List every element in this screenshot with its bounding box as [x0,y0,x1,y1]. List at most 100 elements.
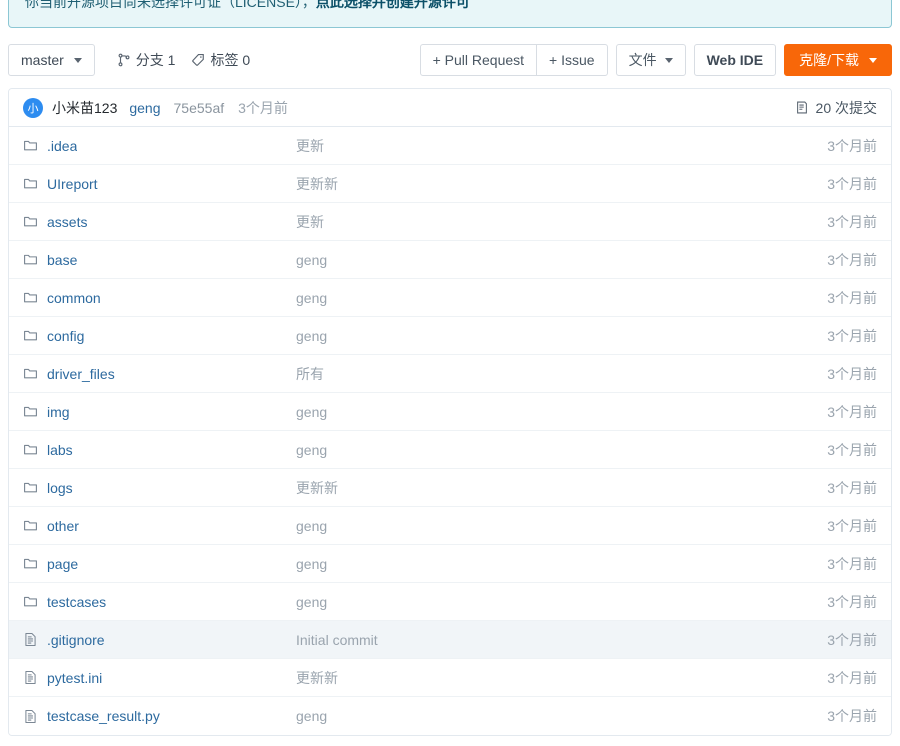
commit-count-link[interactable]: 20 次提交 [795,98,877,118]
file-commit-time: 3个月前 [827,327,877,344]
file-name-link[interactable]: .idea [47,138,77,154]
file-commit-message[interactable]: geng [296,708,827,724]
chevron-down-icon [869,57,877,63]
table-row[interactable]: labs geng 3个月前 [9,431,891,469]
branch-selector[interactable]: master [8,44,95,76]
file-name-link[interactable]: pytest.ini [47,670,102,686]
tags-link[interactable]: 标签 0 [191,50,250,70]
table-row[interactable]: testcases geng 3个月前 [9,583,891,621]
table-row[interactable]: assets 更新 3个月前 [9,203,891,241]
table-row[interactable]: base geng 3个月前 [9,241,891,279]
file-commit-message[interactable]: geng [296,518,827,534]
file-commit-message[interactable]: geng [296,556,827,572]
file-name-link[interactable]: other [47,518,79,534]
file-commit-message[interactable]: 更新新 [296,668,827,688]
tag-icon [191,53,205,67]
table-row[interactable]: other geng 3个月前 [9,507,891,545]
file-commit-time: 3个月前 [827,365,877,382]
file-list-table: 小 小米苗123 geng 75e55af 3个月前 20 次提交 .idea 更… [8,88,892,736]
file-commit-time: 3个月前 [827,175,877,192]
repo-meta-links: 分支 1 标签 0 [117,50,250,70]
file-icon [23,670,38,685]
table-row[interactable]: driver_files 所有 3个月前 [9,355,891,393]
file-commit-message[interactable]: geng [296,328,827,344]
folder-icon [23,518,38,533]
file-name-link[interactable]: logs [47,480,73,496]
file-commit-message[interactable]: 更新 [296,212,827,232]
folder-icon [23,214,38,229]
folder-icon [23,138,38,153]
file-commit-message[interactable]: geng [296,404,827,420]
table-row[interactable]: UIreport 更新新 3个月前 [9,165,891,203]
file-commit-time: 3个月前 [827,213,877,230]
file-name-link[interactable]: UIreport [47,176,98,192]
file-commit-message[interactable]: 更新新 [296,174,827,194]
file-commit-time: 3个月前 [827,593,877,610]
table-row[interactable]: .idea 更新 3个月前 [9,127,891,165]
file-name-link[interactable]: driver_files [47,366,115,382]
commit-author[interactable]: 小米苗123 [52,98,117,118]
table-row[interactable]: img geng 3个月前 [9,393,891,431]
file-commit-time: 3个月前 [827,631,877,648]
clone-download-button[interactable]: 克隆/下载 [784,44,892,76]
folder-icon [23,404,38,419]
folder-icon [23,556,38,571]
file-commit-time: 3个月前 [827,441,877,458]
file-name-link[interactable]: labs [47,442,73,458]
file-name-link[interactable]: assets [47,214,87,230]
file-commit-time: 3个月前 [827,555,877,572]
file-name-link[interactable]: config [47,328,84,344]
file-commit-time: 3个月前 [827,403,877,420]
file-menu-button[interactable]: 文件 [615,44,686,76]
file-commit-message[interactable]: Initial commit [296,632,827,648]
create-license-link[interactable]: 点此选择并创建开源许可 [316,0,470,13]
table-row[interactable]: pytest.ini 更新新 3个月前 [9,659,891,697]
folder-icon [23,328,38,343]
history-icon [795,100,809,115]
commit-sha[interactable]: 75e55af [174,100,225,116]
file-name-link[interactable]: base [47,252,77,268]
branches-link[interactable]: 分支 1 [117,50,176,70]
file-commit-message[interactable]: geng [296,252,827,268]
clone-download-label: 克隆/下载 [799,52,859,68]
new-pull-request-button[interactable]: + Pull Request [419,44,538,76]
folder-icon [23,290,38,305]
toolbar-actions: + Pull Request + Issue 文件 Web IDE 克隆/下载 [419,44,900,76]
file-name-link[interactable]: .gitignore [47,632,105,648]
file-name-link[interactable]: testcase_result.py [47,708,160,724]
table-row[interactable]: logs 更新新 3个月前 [9,469,891,507]
table-row[interactable]: common geng 3个月前 [9,279,891,317]
file-commit-message[interactable]: 所有 [296,364,827,384]
branches-label: 分支 1 [135,52,176,68]
new-issue-button[interactable]: + Issue [536,44,608,76]
table-row[interactable]: .gitignore Initial commit 3个月前 [9,621,891,659]
file-name-link[interactable]: testcases [47,594,106,610]
repository-file-browser: 你当前开源项目尚未选择许可证（LICENSE）， 点此选择并创建开源许可 mas… [0,0,900,746]
file-icon [23,632,38,647]
file-commit-message[interactable]: 更新新 [296,478,827,498]
commit-message[interactable]: geng [129,100,160,116]
file-name-link[interactable]: common [47,290,101,306]
file-commit-time: 3个月前 [827,251,877,268]
table-row[interactable]: page geng 3个月前 [9,545,891,583]
branch-selector-label: master [21,52,64,68]
file-commit-time: 3个月前 [827,708,877,724]
file-icon [23,709,38,724]
avatar: 小 [23,97,43,118]
table-row[interactable]: config geng 3个月前 [9,317,891,355]
file-commit-message[interactable]: geng [296,290,827,306]
web-ide-button[interactable]: Web IDE [693,44,777,76]
folder-icon [23,594,38,609]
file-name-link[interactable]: page [47,556,78,572]
repo-toolbar: master 分支 1 标签 0 + Pull Request + Issue … [0,42,900,78]
license-notice-text: 你当前开源项目尚未选择许可证（LICENSE）， [25,0,316,11]
file-commit-message[interactable]: geng [296,442,827,458]
file-rows: .idea 更新 3个月前 UIreport 更新新 3个月前 assets 更新 3个月前 ba… [9,127,891,735]
file-commit-message[interactable]: geng [296,594,827,610]
file-commit-message[interactable]: 更新 [296,136,827,156]
commit-count-label: 20 次提交 [815,99,877,116]
commit-time: 3个月前 [238,99,288,116]
table-row[interactable]: testcase_result.py geng 3个月前 [9,697,891,735]
file-commit-time: 3个月前 [827,669,877,686]
file-name-link[interactable]: img [47,404,70,420]
